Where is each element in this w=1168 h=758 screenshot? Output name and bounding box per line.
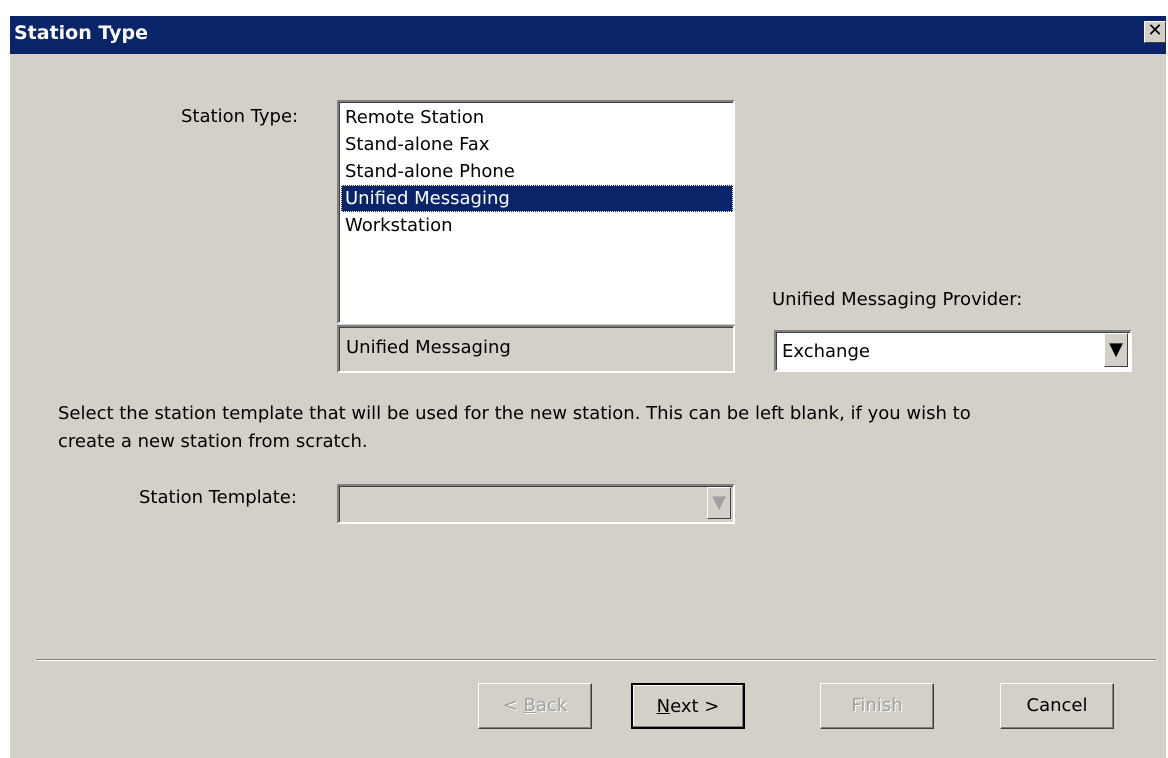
template-description-line2: create a new station from scratch. bbox=[58, 431, 368, 452]
list-item-standalone-fax[interactable]: Stand-alone Fax bbox=[341, 131, 733, 158]
next-button[interactable]: Next > bbox=[631, 683, 745, 729]
station-type-dialog: Station Type ✕ Station Type: Remote Stat… bbox=[10, 16, 1166, 758]
provider-label: Unified Messaging Provider: bbox=[772, 289, 1023, 310]
station-template-dropdown[interactable]: ▼ bbox=[337, 484, 735, 524]
list-item-standalone-phone[interactable]: Stand-alone Phone bbox=[341, 158, 733, 185]
list-item-unified-messaging[interactable]: Unified Messaging bbox=[341, 185, 733, 212]
dropdown-arrow-icon: ▼ bbox=[1109, 339, 1123, 360]
close-icon: ✕ bbox=[1147, 20, 1163, 41]
back-button[interactable]: < Back bbox=[478, 683, 592, 729]
template-description-line1: Select the station template that will be… bbox=[58, 403, 971, 424]
station-type-label: Station Type: bbox=[181, 106, 299, 127]
cancel-button[interactable]: Cancel bbox=[1000, 683, 1114, 729]
provider-dropdown[interactable]: Exchange ▼ bbox=[774, 330, 1132, 372]
dialog-title: Station Type bbox=[14, 22, 148, 44]
provider-dropdown-button[interactable]: ▼ bbox=[1104, 333, 1128, 367]
close-button[interactable]: ✕ bbox=[1144, 21, 1166, 43]
finish-button[interactable]: Finish bbox=[820, 683, 934, 729]
button-separator bbox=[36, 659, 1156, 661]
station-template-dropdown-button[interactable]: ▼ bbox=[707, 487, 731, 519]
title-bar: Station Type ✕ bbox=[10, 16, 1166, 54]
station-template-label: Station Template: bbox=[139, 487, 297, 508]
station-type-listbox[interactable]: Remote Station Stand-alone Fax Stand-alo… bbox=[337, 100, 735, 324]
selected-station-type-value: Unified Messaging bbox=[346, 337, 511, 358]
list-item-workstation[interactable]: Workstation bbox=[341, 212, 733, 239]
selected-station-type-field: Unified Messaging bbox=[337, 325, 735, 373]
dropdown-arrow-icon: ▼ bbox=[712, 492, 726, 513]
provider-value: Exchange bbox=[782, 341, 870, 362]
list-item-remote-station[interactable]: Remote Station bbox=[341, 104, 733, 131]
